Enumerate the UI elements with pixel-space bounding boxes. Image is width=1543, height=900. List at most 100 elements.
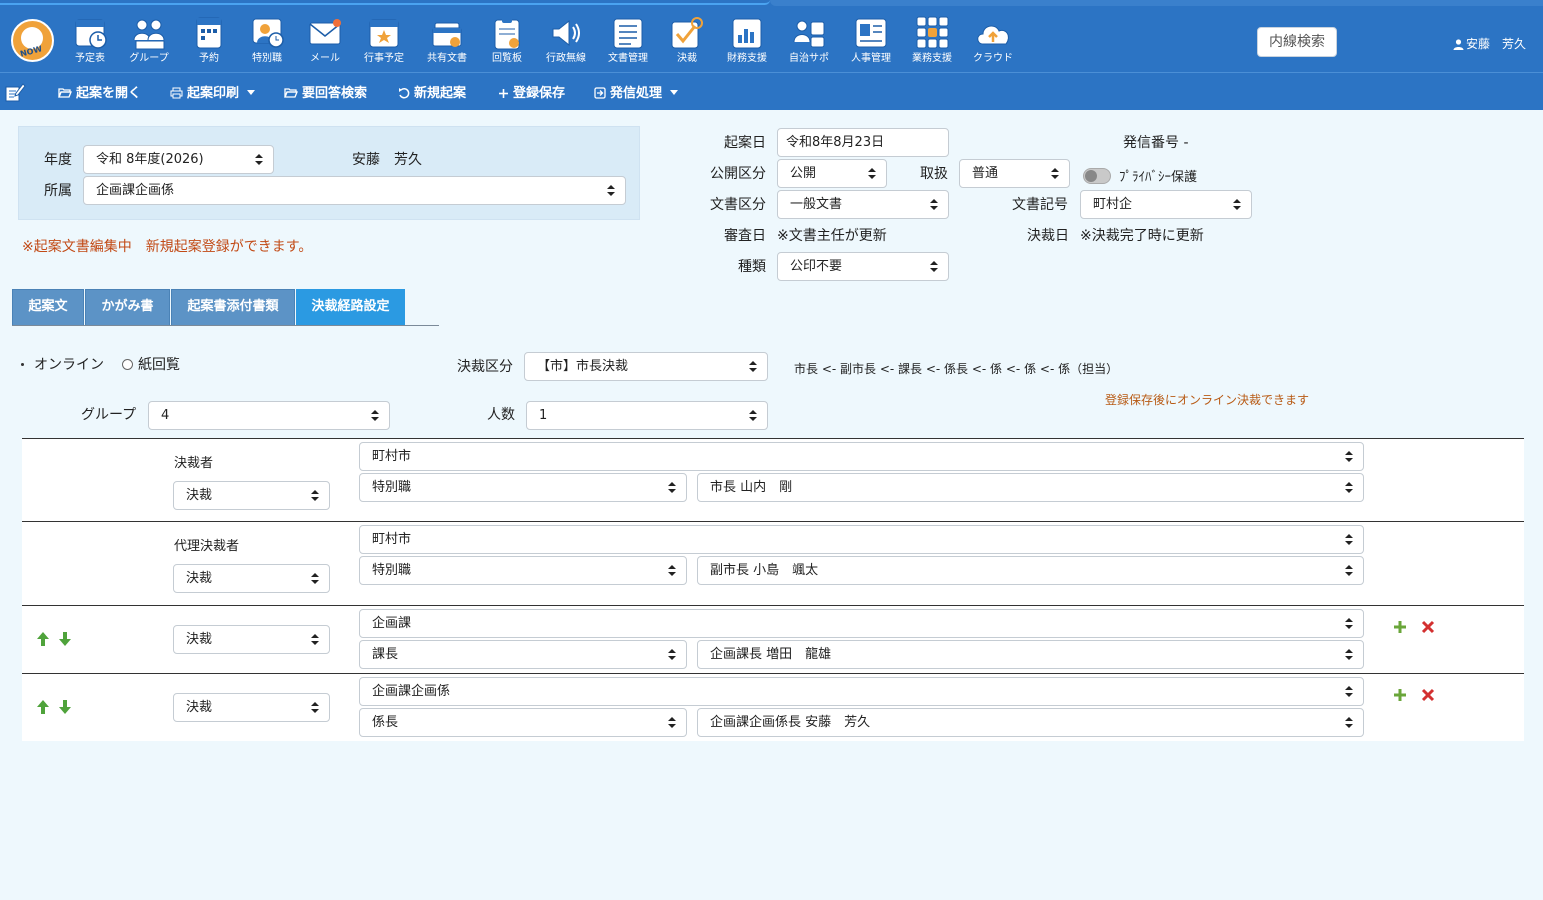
- online-note: 登録保存後にオンライン決裁できます: [1105, 393, 1310, 407]
- app-approval[interactable]: 決裁: [658, 14, 716, 68]
- move-down-icon[interactable]: [58, 699, 72, 715]
- delete-row-icon[interactable]: [1420, 687, 1436, 703]
- app-shared-docs[interactable]: 共有文書: [418, 14, 476, 68]
- user-menu[interactable]: 安藤 芳久: [1453, 35, 1526, 52]
- tabs-underline: [12, 325, 439, 326]
- edit-note-icon[interactable]: [4, 81, 26, 103]
- send-number-label: 発信番号 -: [1123, 135, 1189, 151]
- public-select[interactable]: 公開: [777, 159, 887, 188]
- app-circular-board[interactable]: 回覧板: [478, 14, 536, 68]
- count-select[interactable]: 1: [526, 401, 768, 430]
- app-label: 人事管理: [851, 53, 891, 64]
- doc-type-select[interactable]: 一般文書: [777, 190, 949, 219]
- draft-date-label: 起案日: [724, 135, 766, 151]
- app-special-staff[interactable]: 特別職: [238, 14, 296, 68]
- kind-select[interactable]: 公印不要: [777, 252, 949, 281]
- route-person-select[interactable]: 企画課長 増田 龍雄: [697, 640, 1364, 669]
- year-select[interactable]: 令和 8年度(2026): [83, 145, 274, 174]
- tab-cover-letter[interactable]: かがみ書: [85, 289, 170, 325]
- app-document-management[interactable]: 文書管理: [599, 14, 657, 68]
- calendar-clock-icon: [75, 19, 107, 49]
- app-event-calendar[interactable]: 行事予定: [355, 14, 413, 68]
- app-hr[interactable]: 人事管理: [842, 14, 900, 68]
- header-highlight: [0, 0, 770, 5]
- row-divider: [22, 673, 1524, 674]
- send-process-button[interactable]: 発信処理: [594, 82, 679, 101]
- event-calendar-icon: [369, 19, 399, 48]
- app-reservation[interactable]: 予約: [180, 14, 238, 68]
- move-down-icon[interactable]: [58, 631, 72, 647]
- move-up-icon[interactable]: [36, 631, 50, 647]
- handling-select[interactable]: 普通: [959, 159, 1070, 188]
- route-post-select[interactable]: 課長: [359, 640, 687, 669]
- category-select[interactable]: 【市】市長決裁: [524, 352, 768, 381]
- add-row-icon[interactable]: [1392, 687, 1408, 703]
- open-draft-button[interactable]: 起案を開く: [58, 82, 141, 101]
- special-staff-icon: [252, 18, 284, 48]
- app-calendar-clock[interactable]: 予定表: [61, 14, 119, 68]
- open-draft-label: 起案を開く: [76, 86, 142, 101]
- group-icon: [133, 19, 165, 50]
- route-type-select[interactable]: 決裁: [173, 564, 330, 593]
- route-org-select[interactable]: 町村市: [359, 525, 1364, 554]
- group-select[interactable]: 4: [148, 401, 390, 430]
- privacy-label: ﾌﾟﾗｲﾊﾞｼｰ保護: [1119, 170, 1198, 185]
- finance-icon: [732, 18, 762, 49]
- app-finance[interactable]: 財務支援: [718, 14, 776, 68]
- search-reply-button[interactable]: 要回答検索: [284, 82, 367, 101]
- extension-search-button[interactable]: 内線検索: [1257, 27, 1337, 57]
- app-group[interactable]: グループ: [120, 14, 178, 68]
- route-type-select[interactable]: 決裁: [173, 693, 330, 722]
- folder-open-icon: [284, 88, 298, 98]
- app-grid-apps[interactable]: 業務支援: [903, 14, 961, 68]
- chevron-down-icon: [247, 90, 256, 95]
- header-highlight-right: [770, 0, 1543, 6]
- print-draft-button[interactable]: 起案印刷: [170, 82, 256, 101]
- route-post-select[interactable]: 特別職: [359, 556, 687, 585]
- app-support[interactable]: 自治サポ: [780, 14, 838, 68]
- app-label: 共有文書: [427, 53, 467, 64]
- route-type-select[interactable]: 決裁: [173, 481, 330, 510]
- cloud-icon: [977, 25, 1009, 45]
- route-post-select[interactable]: 特別職: [359, 473, 687, 502]
- route-type-select[interactable]: 決裁: [173, 625, 330, 654]
- reservation-icon: [196, 17, 222, 49]
- doc-code-label: 文書記号: [1012, 197, 1068, 213]
- toolbar: 起案を開く 起案印刷 要回答検索 新規起案 登録保存 発信処理: [0, 72, 1543, 110]
- plus-icon: [499, 89, 508, 98]
- route-person-select[interactable]: 企画課企画係長 安藤 芳久: [697, 708, 1364, 737]
- now-logo-icon[interactable]: NOW: [11, 19, 54, 62]
- doc-code-select[interactable]: 町村企: [1080, 190, 1252, 219]
- radio-dot: [122, 359, 133, 370]
- route-org-select[interactable]: 町村市: [359, 442, 1364, 471]
- approval-chain: 市長 <- 副市長 <- 課長 <- 係長 <- 係 <- 係 <- 係（担当）: [794, 362, 1119, 376]
- app-radio-broadcast[interactable]: 行政無線: [537, 14, 595, 68]
- route-person-select[interactable]: 市長 山内 剛: [697, 473, 1364, 502]
- delete-row-icon[interactable]: [1420, 619, 1436, 635]
- new-draft-button[interactable]: 新規起案: [398, 82, 466, 101]
- tab-draft-text[interactable]: 起案文: [12, 289, 84, 325]
- user-name: 安藤 芳久: [1466, 37, 1527, 51]
- row-divider: [22, 605, 1524, 606]
- online-label: オンライン: [34, 357, 104, 373]
- year-label: 年度: [44, 152, 72, 168]
- move-up-icon[interactable]: [36, 699, 50, 715]
- route-post-select[interactable]: 係長: [359, 708, 687, 737]
- draft-date-input[interactable]: 令和8年8月23日: [777, 128, 949, 157]
- tab-attachments[interactable]: 起案書添付書類: [171, 289, 295, 325]
- route-person-select[interactable]: 副市長 小島 颯太: [697, 556, 1364, 585]
- online-radio[interactable]: オンライン: [18, 354, 104, 374]
- dept-select[interactable]: 企画課企画係: [83, 176, 626, 205]
- public-label: 公開区分: [710, 166, 766, 182]
- privacy-toggle[interactable]: [1083, 168, 1111, 184]
- add-row-icon[interactable]: [1392, 619, 1408, 635]
- row-divider: [22, 521, 1524, 522]
- route-org-select[interactable]: 企画課企画係: [359, 677, 1364, 706]
- new-draft-label: 新規起案: [414, 86, 467, 101]
- paper-radio[interactable]: 紙回覧: [122, 354, 180, 374]
- tab-approval-route[interactable]: 決裁経路設定: [296, 289, 405, 325]
- save-button[interactable]: 登録保存: [498, 82, 565, 101]
- route-org-select[interactable]: 企画課: [359, 609, 1364, 638]
- app-cloud[interactable]: クラウド: [964, 14, 1022, 68]
- app-mail[interactable]: メール: [296, 14, 354, 68]
